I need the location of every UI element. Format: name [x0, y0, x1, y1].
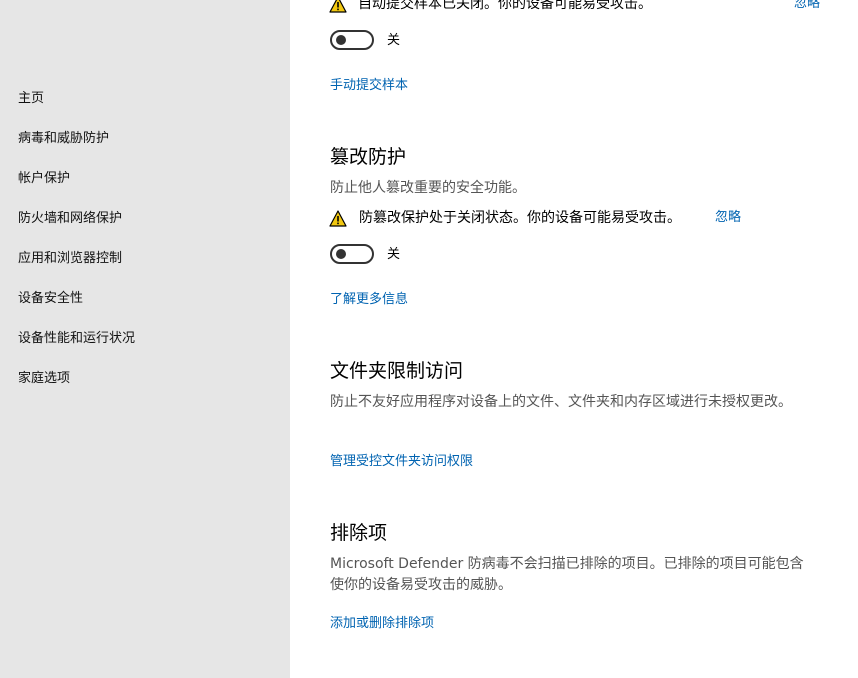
sample-submission-toggle[interactable]: [330, 30, 374, 50]
sidebar-item-family-options[interactable]: 家庭选项: [18, 370, 70, 388]
sample-submission-toggle-state: 关: [387, 33, 401, 48]
sample-submission-warning: 自动提交样本已关闭。你的设备可能易受攻击。: [358, 0, 652, 12]
sample-submission-dismiss-link[interactable]: 忽略: [794, 0, 820, 13]
toggle-knob: [336, 35, 346, 45]
controlled-folder-access-title: 文件夹限制访问: [330, 360, 464, 382]
sidebar-item-account-protection[interactable]: 帐户保护: [18, 170, 70, 188]
sidebar-item-virus-threat-protection[interactable]: 病毒和威胁防护: [18, 130, 109, 148]
tamper-protection-warning: 防篡改保护处于关闭状态。你的设备可能易受攻击。: [359, 210, 681, 226]
add-remove-exclusions-link[interactable]: 添加或删除排除项: [330, 615, 434, 633]
exclusions-description: Microsoft Defender 防病毒不会扫描已排除的项目。已排除的项目可…: [330, 556, 804, 593]
tamper-protection-toggle[interactable]: [330, 244, 374, 264]
learn-more-link[interactable]: 了解更多信息: [330, 291, 408, 309]
tamper-protection-dismiss-link[interactable]: 忽略: [715, 209, 741, 227]
warning-triangle-icon: [329, 210, 347, 227]
tamper-protection-toggle-state: 关: [387, 247, 401, 262]
toggle-knob: [336, 249, 346, 259]
tamper-protection-title: 篡改防护: [330, 146, 407, 168]
sidebar-item-device-security[interactable]: 设备安全性: [18, 290, 83, 308]
sidebar: 主页 病毒和威胁防护 帐户保护 防火墙和网络保护 应用和浏览器控制 设备安全性 …: [0, 0, 290, 678]
sidebar-item-app-browser-control[interactable]: 应用和浏览器控制: [18, 250, 122, 268]
controlled-folder-access-description: 防止不友好应用程序对设备上的文件、文件夹和内存区域进行未授权更改。: [330, 394, 792, 410]
main-content: 自动提交样本已关闭。你的设备可能易受攻击。 忽略 关 手动提交样本 篡改防护 防…: [290, 0, 858, 678]
tamper-protection-description: 防止他人篡改重要的安全功能。: [330, 180, 526, 196]
sidebar-item-home[interactable]: 主页: [18, 90, 44, 108]
exclusions-title: 排除项: [330, 522, 388, 544]
sidebar-item-firewall-network[interactable]: 防火墙和网络保护: [18, 210, 122, 228]
sidebar-item-device-performance-health[interactable]: 设备性能和运行状况: [18, 330, 135, 348]
warning-triangle-icon: [329, 0, 347, 13]
manage-controlled-folder-access-link[interactable]: 管理受控文件夹访问权限: [330, 453, 473, 471]
manual-submit-sample-link[interactable]: 手动提交样本: [330, 77, 408, 95]
